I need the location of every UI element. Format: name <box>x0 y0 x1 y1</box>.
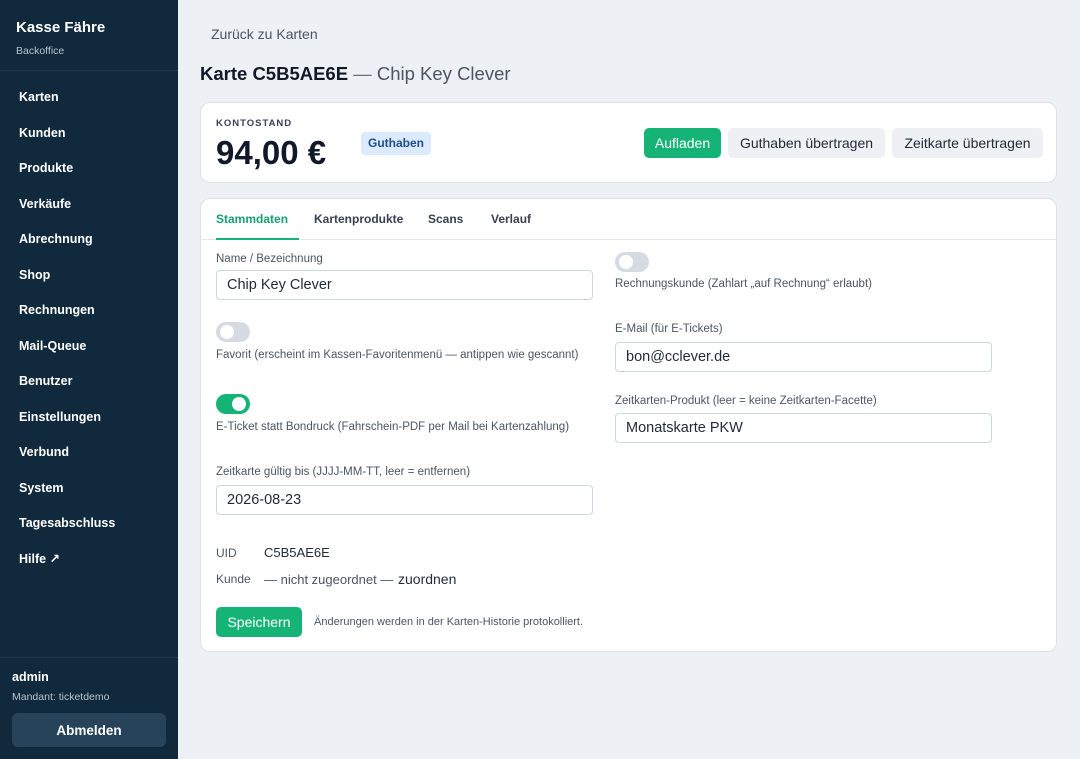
tab-bar: Stammdaten Kartenprodukte Scans Verlauf <box>201 199 1056 240</box>
toggle-knob <box>220 325 234 339</box>
valid-until-input[interactable] <box>216 485 593 515</box>
save-note: Änderungen werden in der Karten-Historie… <box>314 616 584 628</box>
toggle-knob <box>619 255 633 269</box>
page-title-card-id: Karte C5B5AE6E <box>200 63 349 84</box>
topup-button[interactable]: Aufladen <box>644 128 721 158</box>
transfer-pass-button[interactable]: Zeitkarte übertragen <box>892 128 1043 158</box>
page-title-card-name: Chip Key Clever <box>376 63 511 84</box>
balance-value: 94,00 € <box>216 134 327 171</box>
sidebar-nav: Karten Kunden Produkte Verkäufe Abrechnu… <box>0 80 178 577</box>
app-subtitle: Backoffice <box>16 45 65 57</box>
uid-value: C5B5AE6E <box>264 545 330 560</box>
tab-scans[interactable]: Scans <box>428 199 463 240</box>
card-details-panel: Stammdaten Kartenprodukte Scans Verlauf … <box>200 198 1057 652</box>
logout-button[interactable]: Abmelden <box>12 713 166 747</box>
invoice-customer-toggle[interactable] <box>615 252 649 272</box>
status-badge: Guthaben <box>361 132 431 155</box>
email-label: E-Mail (für E-Tickets) <box>615 323 723 335</box>
sidebar-item-hilfe[interactable]: Hilfe ↗ <box>0 542 178 578</box>
sidebar-item-mail-queue[interactable]: Mail-Queue <box>0 329 178 365</box>
user-tenant: Mandant: ticketdemo <box>12 691 110 703</box>
user-name: admin <box>12 670 49 684</box>
eticket-label: E-Ticket statt Bondruck (Fahrschein-PDF … <box>216 421 570 433</box>
sidebar-item-karten[interactable]: Karten <box>0 80 178 116</box>
sidebar-item-kunden[interactable]: Kunden <box>0 116 178 152</box>
sidebar-item-abrechnung[interactable]: Abrechnung <box>0 222 178 258</box>
favorite-toggle[interactable] <box>216 322 250 342</box>
balance-card: KONTOSTAND 94,00 € Guthaben Aufladen Gut… <box>200 102 1057 183</box>
sidebar-item-tagesabschluss[interactable]: Tagesabschluss <box>0 506 178 542</box>
sidebar-item-rechnungen[interactable]: Rechnungen <box>0 293 178 329</box>
eticket-toggle[interactable] <box>216 394 250 414</box>
customer-value: — nicht zugeordnet — <box>264 572 394 587</box>
sidebar-item-verkaeufe[interactable]: Verkäufe <box>0 187 178 223</box>
page-title-dash: — <box>353 63 372 84</box>
pass-product-label: Zeitkarten-Produkt (leer = keine Zeitkar… <box>615 395 877 407</box>
assign-customer-link[interactable]: zuordnen <box>398 571 456 587</box>
sidebar-divider <box>0 70 178 71</box>
name-label: Name / Bezeichnung <box>216 253 323 265</box>
user-info: admin Mandant: ticketdemo <box>12 670 109 703</box>
app-title: Kasse Fähre <box>16 19 106 36</box>
sidebar-item-system[interactable]: System <box>0 471 178 507</box>
sidebar-item-verbund[interactable]: Verbund <box>0 435 178 471</box>
brand: Kasse Fähre Backoffice <box>16 19 105 57</box>
sidebar-divider <box>0 657 178 658</box>
sidebar-item-produkte[interactable]: Produkte <box>0 151 178 187</box>
uid-label: UID <box>216 546 237 560</box>
balance-label: KONTOSTAND <box>216 118 293 129</box>
toggle-knob <box>232 397 246 411</box>
email-input[interactable] <box>615 342 992 372</box>
pass-product-input[interactable] <box>615 413 992 443</box>
customer-label: Kunde <box>216 572 251 586</box>
sidebar-item-shop[interactable]: Shop <box>0 258 178 294</box>
back-link[interactable]: Zurück zu Karten <box>211 26 318 42</box>
sidebar: Kasse Fähre Backoffice Karten Kunden Pro… <box>0 0 178 759</box>
name-input[interactable] <box>216 270 593 300</box>
sidebar-item-einstellungen[interactable]: Einstellungen <box>0 400 178 436</box>
sidebar-item-benutzer[interactable]: Benutzer <box>0 364 178 400</box>
save-button[interactable]: Speichern <box>216 607 302 637</box>
page-title: Karte C5B5AE6E — Chip Key Clever <box>200 63 511 85</box>
invoice-customer-label: Rechnungskunde (Zahlart „auf Rechnung“ e… <box>615 278 872 290</box>
tab-verlauf[interactable]: Verlauf <box>491 199 531 240</box>
transfer-credit-button[interactable]: Guthaben übertragen <box>728 128 885 158</box>
tab-stammdaten[interactable]: Stammdaten <box>216 199 299 240</box>
valid-until-label: Zeitkarte gültig bis (JJJJ-MM-TT, leer =… <box>216 466 471 478</box>
favorite-label: Favorit (erscheint im Kassen-Favoritenme… <box>216 349 579 361</box>
tab-kartenprodukte[interactable]: Kartenprodukte <box>314 199 403 240</box>
